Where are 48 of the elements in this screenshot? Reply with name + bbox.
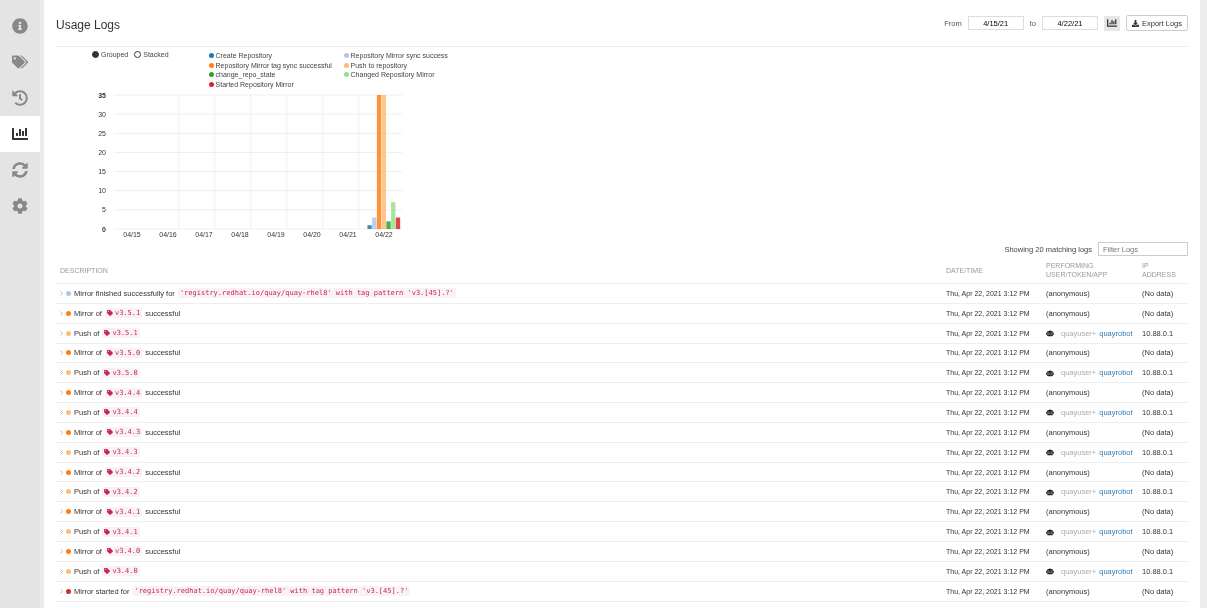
info-icon — [12, 18, 28, 34]
settings-icon — [12, 198, 28, 214]
tag-icon — [104, 568, 111, 575]
tag-icon — [104, 330, 111, 337]
bar-chart-icon — [1106, 18, 1117, 28]
bar-chart-icon — [12, 126, 28, 142]
chevron-icon[interactable] — [60, 529, 63, 535]
history-icon — [12, 90, 28, 106]
tag-icon — [106, 389, 113, 396]
chevron-icon[interactable] — [60, 568, 63, 574]
robot-icon — [1046, 527, 1054, 536]
robot-icon — [1046, 448, 1054, 457]
tag-icon — [106, 548, 113, 555]
robot-icon — [1046, 567, 1054, 576]
chevron-icon[interactable] — [60, 469, 63, 475]
tag-icon — [106, 429, 113, 436]
chevron-icon[interactable] — [60, 429, 63, 435]
robot-icon — [1046, 329, 1054, 338]
tag-icon — [106, 469, 113, 475]
robot-icon — [1046, 368, 1054, 377]
tag-icon — [106, 508, 113, 515]
chevron-icon[interactable] — [60, 489, 63, 495]
page-title: Usage Logs — [56, 17, 121, 32]
sync-icon — [12, 162, 28, 178]
tag-icon — [106, 349, 113, 356]
chevron-icon[interactable] — [60, 370, 63, 376]
chevron-icon[interactable] — [60, 390, 63, 396]
tags-icon — [12, 54, 28, 70]
tag-icon — [104, 488, 111, 495]
chevron-icon[interactable] — [60, 449, 63, 455]
chevron-icon[interactable] — [60, 330, 63, 336]
chevron-icon[interactable] — [60, 548, 63, 554]
tag-icon — [104, 528, 111, 535]
sidebar-tab[interactable] — [0, 116, 40, 152]
chevron-icon[interactable] — [60, 588, 63, 594]
tag-icon — [106, 310, 113, 317]
chart-toggle-button[interactable] — [1103, 15, 1120, 31]
chevron-icon[interactable] — [60, 290, 63, 296]
tag-icon — [104, 369, 111, 376]
chevron-icon[interactable] — [60, 310, 63, 316]
tag-icon — [104, 449, 111, 456]
tag-icon — [104, 409, 111, 416]
download-icon — [1131, 19, 1139, 27]
chevron-icon[interactable] — [60, 410, 63, 415]
chevron-icon[interactable] — [60, 509, 63, 515]
robot-icon — [1046, 408, 1054, 417]
robot-icon — [1046, 487, 1054, 496]
chevron-icon[interactable] — [60, 350, 63, 356]
